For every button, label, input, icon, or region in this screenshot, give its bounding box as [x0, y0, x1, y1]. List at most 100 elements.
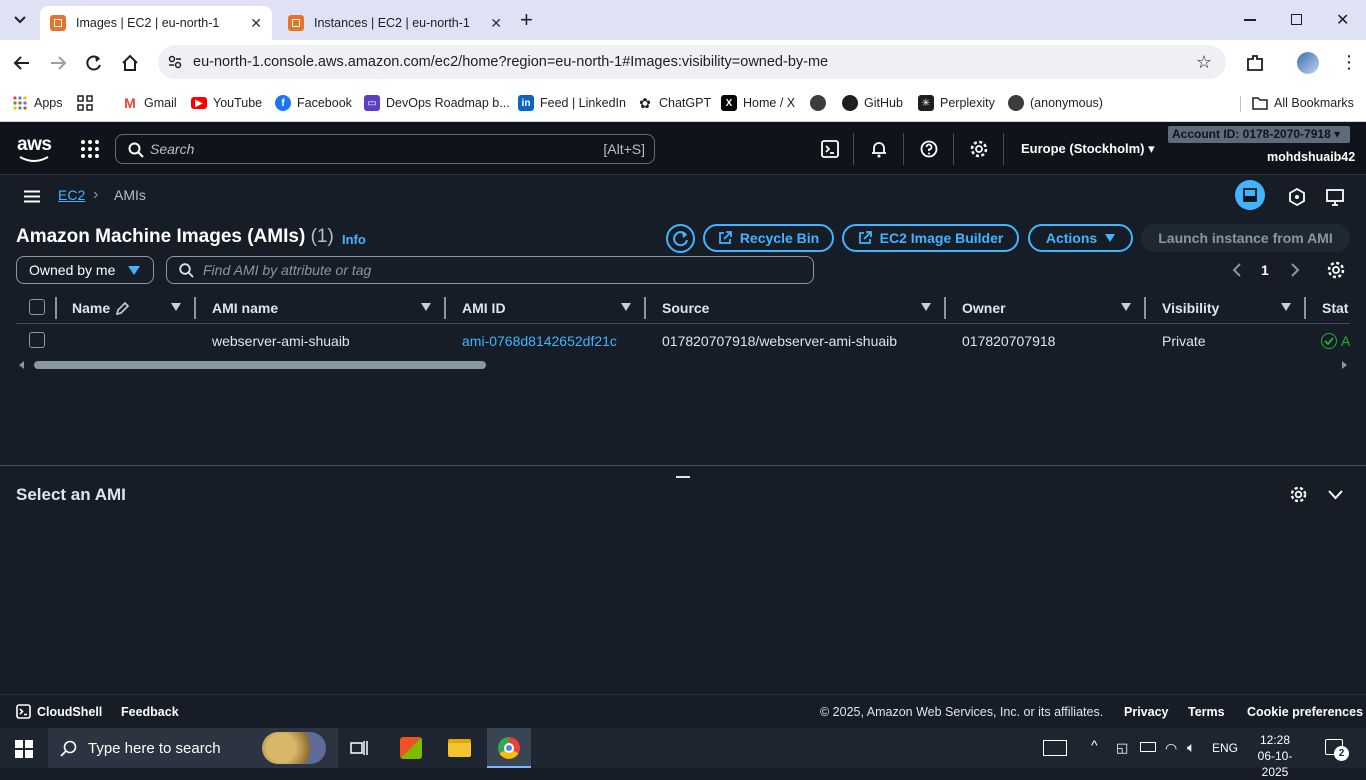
ec2-image-builder-button[interactable]: EC2 Image Builder: [842, 224, 1019, 252]
bookmark-apps[interactable]: Apps: [12, 93, 63, 113]
chrome-taskbar-button[interactable]: [487, 728, 531, 768]
find-ami-search-input[interactable]: Find AMI by attribute or tag: [166, 256, 814, 284]
privacy-link[interactable]: Privacy: [1124, 705, 1168, 719]
forward-icon[interactable]: [49, 54, 67, 72]
microsoft-store-icon[interactable]: [400, 737, 422, 759]
back-icon[interactable]: [13, 54, 31, 72]
site-info-icon[interactable]: [168, 55, 182, 69]
tab-images[interactable]: Images | EC2 | eu-north-1 ✕: [40, 6, 272, 40]
bookmark-github[interactable]: GitHub: [842, 93, 903, 113]
windows-start-icon[interactable]: [15, 740, 33, 758]
feedback-link[interactable]: Feedback: [121, 705, 179, 719]
cloudshell-icon[interactable]: [821, 140, 839, 158]
hamburger-menu-icon[interactable]: [24, 190, 40, 203]
bookmark-globe[interactable]: [810, 93, 832, 113]
column-header-ami-id[interactable]: AMI ID: [462, 300, 506, 316]
resize-handle[interactable]: [676, 476, 690, 478]
sort-caret-icon[interactable]: [421, 303, 431, 311]
scroll-right-icon[interactable]: [1342, 361, 1347, 369]
aws-search-input[interactable]: Search [Alt+S]: [115, 134, 655, 164]
cell-ami-id-link[interactable]: ami-0768d8142652df21c: [462, 333, 617, 349]
column-header-name[interactable]: Name: [72, 300, 110, 316]
bookmark-x[interactable]: X Home / X: [721, 93, 795, 113]
bookmark-grid-icon[interactable]: [77, 93, 93, 113]
tab-instances[interactable]: Instances | EC2 | eu-north-1 ✕: [278, 6, 512, 40]
language-indicator[interactable]: ENG: [1212, 741, 1238, 755]
close-tab-icon[interactable]: ✕: [250, 15, 262, 32]
tutorial-panel-icon[interactable]: [1326, 188, 1344, 206]
aws-logo[interactable]: aws: [17, 134, 52, 156]
bookmark-devops-roadmap[interactable]: ▭ DevOps Roadmap b...: [364, 93, 510, 113]
sort-caret-icon[interactable]: [1281, 303, 1291, 311]
region-selector[interactable]: Europe (Stockholm) ▾: [1021, 141, 1155, 157]
reload-icon[interactable]: [85, 54, 103, 72]
window-close-icon[interactable]: ✕: [1336, 10, 1349, 30]
show-hidden-icons[interactable]: ^: [1091, 737, 1098, 753]
notifications-panel-icon[interactable]: [1288, 188, 1306, 206]
wifi-icon[interactable]: ◠: [1165, 740, 1177, 757]
bookmark-chatgpt[interactable]: ✿ ChatGPT: [637, 93, 711, 113]
bookmark-perplexity[interactable]: ✳ Perplexity: [918, 93, 995, 113]
column-header-source[interactable]: Source: [662, 300, 709, 316]
tab-search-icon[interactable]: [8, 9, 32, 31]
next-page-icon[interactable]: [1290, 262, 1300, 278]
cloudshell-button[interactable]: CloudShell: [16, 704, 102, 719]
scroll-left-icon[interactable]: [19, 361, 24, 369]
page-number[interactable]: 1: [1261, 262, 1269, 278]
info-link[interactable]: Info: [342, 232, 366, 247]
refresh-button[interactable]: [666, 224, 695, 253]
account-id-badge[interactable]: Account ID: 0178-2070-7918 ▾: [1168, 126, 1350, 143]
column-header-ami-name[interactable]: AMI name: [212, 300, 278, 316]
settings-gear-icon[interactable]: [970, 140, 988, 158]
news-widget-icon[interactable]: [1043, 740, 1067, 756]
bookmark-gmail[interactable]: M Gmail: [122, 93, 177, 113]
terms-link[interactable]: Terms: [1188, 705, 1225, 719]
bookmark-anonymous[interactable]: (anonymous): [1008, 93, 1103, 113]
account-username[interactable]: mohdshuaib42: [1267, 150, 1355, 164]
all-bookmarks[interactable]: All Bookmarks: [1252, 93, 1354, 113]
bookmark-youtube[interactable]: ▶ YouTube: [191, 93, 262, 113]
owner-filter-select[interactable]: Owned by me: [16, 256, 154, 284]
file-explorer-icon[interactable]: [448, 739, 471, 757]
sort-caret-icon[interactable]: [621, 303, 631, 311]
help-icon[interactable]: [920, 140, 938, 158]
select-all-checkbox[interactable]: [29, 299, 45, 315]
new-tab-icon[interactable]: +: [520, 8, 533, 32]
column-header-owner[interactable]: Owner: [962, 300, 1006, 316]
profile-avatar[interactable]: [1297, 52, 1319, 74]
prev-page-icon[interactable]: [1232, 262, 1242, 278]
sort-caret-icon[interactable]: [1121, 303, 1131, 311]
recycle-bin-button[interactable]: Recycle Bin: [703, 224, 834, 252]
actions-button[interactable]: Actions: [1028, 224, 1133, 252]
collapse-chevron-icon[interactable]: [1328, 490, 1343, 500]
bookmark-star-icon[interactable]: ☆: [1196, 52, 1212, 73]
launch-instance-from-ami-button[interactable]: Launch instance from AMI: [1141, 224, 1350, 252]
task-view-icon[interactable]: [350, 740, 368, 756]
column-header-status[interactable]: Stat: [1322, 300, 1348, 316]
notifications-bell-icon[interactable]: [870, 140, 888, 158]
sort-caret-icon[interactable]: [921, 303, 931, 311]
bookmark-facebook[interactable]: f Facebook: [275, 93, 352, 113]
home-icon[interactable]: [121, 54, 139, 72]
scrollbar-thumb[interactable]: [34, 361, 486, 369]
address-bar[interactable]: eu-north-1.console.aws.amazon.com/ec2/ho…: [158, 45, 1226, 79]
close-tab-icon[interactable]: ✕: [490, 15, 502, 32]
row-checkbox[interactable]: [29, 332, 45, 348]
column-header-visibility[interactable]: Visibility: [1162, 300, 1219, 316]
table-horizontal-scrollbar[interactable]: [16, 358, 1350, 372]
tray-meet-icon[interactable]: ◱: [1116, 740, 1128, 756]
services-grid-icon[interactable]: [81, 140, 99, 158]
table-preferences-gear-icon[interactable]: [1327, 261, 1345, 279]
extensions-icon[interactable]: [1245, 53, 1265, 73]
sort-caret-icon[interactable]: [171, 303, 181, 311]
menu-icon[interactable]: ⋮: [1340, 52, 1358, 72]
volume-icon[interactable]: 🔈︎: [1187, 739, 1195, 756]
bookmark-linkedin[interactable]: in Feed | LinkedIn: [518, 93, 626, 113]
system-clock[interactable]: 12:28 06-10-2025: [1250, 732, 1300, 780]
split-panel-preferences-gear-icon[interactable]: [1290, 486, 1307, 503]
restore-icon[interactable]: [1291, 14, 1302, 25]
split-panel-icon[interactable]: [1235, 180, 1265, 210]
taskbar-search-box[interactable]: Type here to search: [48, 728, 338, 768]
cookie-preferences-link[interactable]: Cookie preferences: [1247, 705, 1363, 719]
battery-icon[interactable]: [1140, 742, 1156, 752]
